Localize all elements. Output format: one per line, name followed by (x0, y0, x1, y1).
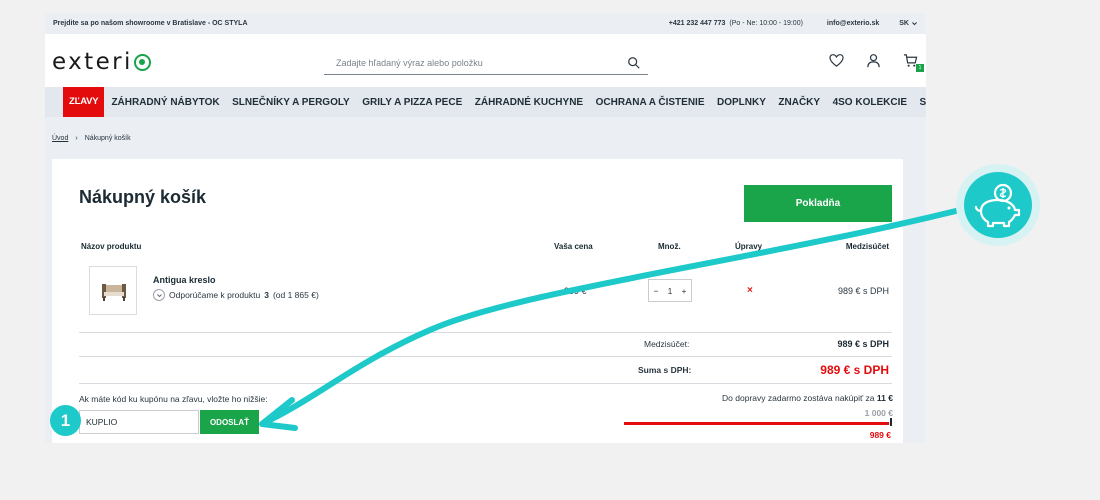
step-number-badge: 1 (50, 405, 81, 436)
column-header-edit: Úpravy (735, 242, 763, 251)
showroom-promo-link[interactable]: Prejdite sa po našom showroome v Bratisl… (53, 20, 669, 27)
heart-icon[interactable] (829, 53, 844, 68)
search-input[interactable] (324, 57, 627, 68)
user-icon[interactable] (866, 53, 881, 68)
divider (79, 332, 892, 333)
column-header-qty: Množ. (658, 242, 681, 251)
opening-hours: (Po - Ne: 10:00 - 19:00) (729, 20, 803, 27)
total-label: Suma s DPH: (638, 365, 692, 375)
checkout-button[interactable]: Pokladňa (744, 185, 892, 222)
piggy-bank-badge (964, 172, 1032, 238)
top-info-bar: Prejdite sa po našom showroome v Bratisl… (45, 13, 926, 34)
coupon-submit-button[interactable]: ODOSLAŤ (200, 410, 259, 434)
free-shipping-remaining: 11 € (876, 393, 893, 403)
nav-item-znacky[interactable]: ZNAČKY (778, 97, 820, 108)
qty-decrease-button[interactable]: − (654, 286, 659, 296)
email-link[interactable]: info@exterio.sk (827, 20, 879, 27)
cart-count-badge: 1 (916, 64, 924, 72)
product-thumbnail[interactable] (89, 266, 137, 315)
remove-item-button[interactable]: × (747, 285, 753, 296)
nav-item-zahradne-kuchyne[interactable]: ZÁHRADNÉ KUCHYNE (475, 97, 583, 108)
free-shipping-progress (624, 422, 892, 425)
chevron-down-icon (153, 289, 165, 301)
column-header-product: Názov produktu (81, 242, 142, 251)
breadcrumb: Úvod › Nákupný košík (52, 135, 131, 142)
phone-link[interactable]: +421 232 447 773 (669, 20, 726, 27)
product-recommendation[interactable]: Odporúčame k produktu 3 (od 1 865 €) (153, 289, 319, 301)
subtotal-value: 989 € s DPH (837, 339, 889, 349)
divider (79, 383, 892, 384)
shop-page: Prejdite sa po našom showroome v Bratisl… (45, 13, 926, 443)
nav-item-4so-kolekcie[interactable]: 4SO KOLEKCIE (833, 97, 907, 108)
cart-current-value: 989 € (869, 430, 891, 440)
coupon-code-input[interactable] (79, 410, 199, 434)
product-price: 989 € (564, 286, 587, 296)
page-title: Nákupný košík (79, 187, 207, 207)
site-header: exteri 1 (45, 34, 926, 87)
coupon-label: Ak máte kód ku kupónu na zľavu, vložte h… (79, 394, 268, 404)
column-header-subtotal: Medzisúčet (845, 242, 889, 251)
free-shipping-note: Do dopravy zadarmo zostáva nakúpiť za 11… (722, 393, 893, 403)
main-navigation: ZĽAVY ZÁHRADNÝ NÁBYTOK SLNEČNÍKY A PERGOLY… (45, 87, 926, 117)
product-name-link[interactable]: Antigua kreslo (153, 275, 216, 285)
chevron-down-icon (912, 22, 917, 26)
nav-item-zlavy[interactable]: ZĽAVY (63, 87, 105, 117)
logo-text: exteri (52, 49, 133, 75)
product-subtotal: 989 € s DPH (837, 286, 889, 296)
logo-o-mark (133, 53, 151, 71)
nav-item-doplnky[interactable]: DOPLNKY (717, 97, 766, 108)
recommend-prefix: Odporúčame k produktu (169, 290, 261, 300)
progress-marker (890, 418, 892, 426)
nav-item-ochrana-a-cistenie[interactable]: OCHRANA A ČISTENIE (596, 97, 705, 108)
recommend-count: 3 (264, 290, 269, 300)
free-shipping-threshold: 1 000 € (864, 408, 893, 418)
qty-value[interactable]: 1 (668, 286, 673, 296)
total-value: 989 € s DPH (820, 363, 889, 377)
piggy-bank-icon (974, 183, 1021, 228)
language-selector[interactable]: SK (899, 20, 918, 27)
nav-item-grily-a-pizza-pece[interactable]: GRILY A PIZZA PECE (362, 97, 462, 108)
header-actions: 1 (829, 53, 924, 72)
nav-item-showroom[interactable]: SHOWROOM (920, 97, 926, 108)
breadcrumb-current: Nákupný košík (84, 135, 131, 142)
divider (79, 356, 892, 357)
nav-item-zahradny-nabytok[interactable]: ZÁHRADNÝ NÁBYTOK (111, 97, 219, 108)
subtotal-label: Medzisúčet: (644, 339, 690, 349)
progress-fill (624, 422, 890, 425)
qty-increase-button[interactable]: + (681, 286, 686, 296)
cart-button[interactable]: 1 (903, 53, 924, 72)
quantity-stepper: − 1 + (648, 279, 692, 302)
armchair-image (102, 284, 126, 301)
column-header-price: Vaša cena (554, 242, 593, 251)
free-shipping-text: Do dopravy zadarmo zostáva nakúpiť za (722, 393, 875, 403)
nav-item-slnecniky-a-pergoly[interactable]: SLNEČNÍKY A PERGOLY (232, 97, 350, 108)
breadcrumb-home-link[interactable]: Úvod (52, 135, 68, 142)
exterio-logo[interactable]: exteri (52, 49, 151, 75)
cart-panel: Nákupný košík Pokladňa Názov produktu Va… (52, 159, 903, 443)
recommend-price-range: (od 1 865 €) (272, 290, 319, 300)
breadcrumb-separator: › (75, 135, 78, 142)
language-label: SK (899, 20, 909, 27)
search-icon[interactable] (627, 56, 641, 70)
search-bar (324, 51, 648, 75)
